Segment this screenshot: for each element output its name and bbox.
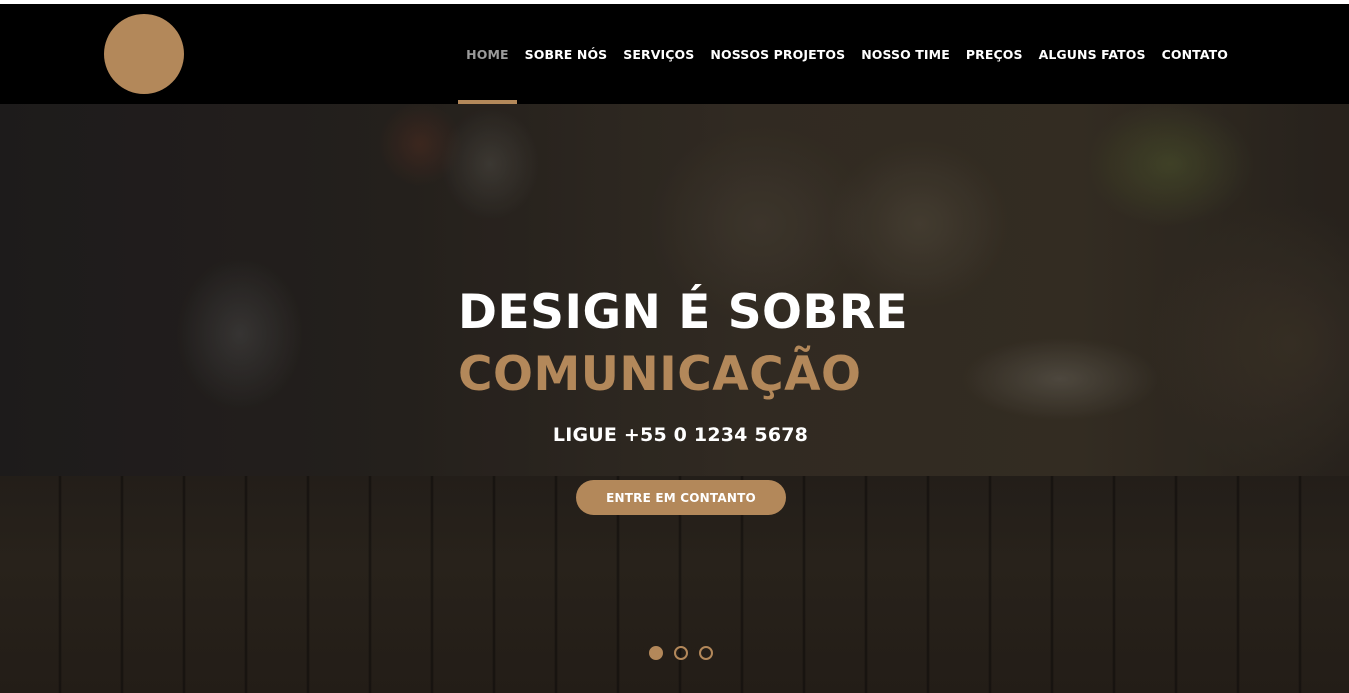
slider-dot[interactable] <box>699 646 713 660</box>
contact-button[interactable]: ENTRE EM CONTANTO <box>576 480 786 515</box>
slider-dot[interactable] <box>674 646 688 660</box>
logo-icon[interactable] <box>104 14 184 94</box>
slider-dot[interactable] <box>649 646 663 660</box>
hero-headline-line2: COMUNICAÇÃO <box>458 347 862 402</box>
nav-item-home[interactable]: HOME <box>458 4 518 104</box>
nav-item-precos[interactable]: PREÇOS <box>958 4 1031 104</box>
hero-headline-line1: DESIGN É SOBRE <box>458 285 909 340</box>
hero-banner: DESIGN É SOBRE COMUNICAÇÃO LIGUE +55 0 1… <box>0 104 1349 693</box>
slider-dots <box>649 646 713 660</box>
hero-phone: LIGUE +55 0 1234 5678 <box>552 424 809 446</box>
main-nav: HOME SOBRE NÓS SERVIÇOS NOSSOS PROJETOS … <box>458 4 1236 104</box>
page: HOME SOBRE NÓS SERVIÇOS NOSSOS PROJETOS … <box>0 0 1349 693</box>
nav-item-contato[interactable]: CONTATO <box>1154 4 1236 104</box>
nav-item-nosso-time[interactable]: NOSSO TIME <box>853 4 958 104</box>
navbar: HOME SOBRE NÓS SERVIÇOS NOSSOS PROJETOS … <box>0 4 1349 104</box>
nav-item-servicos[interactable]: SERVIÇOS <box>615 4 702 104</box>
nav-item-sobre-nos[interactable]: SOBRE NÓS <box>517 4 616 104</box>
hero-headline: DESIGN É SOBRE COMUNICAÇÃO <box>458 282 918 406</box>
nav-item-alguns-fatos[interactable]: ALGUNS FATOS <box>1031 4 1154 104</box>
nav-item-nossos-projetos[interactable]: NOSSOS PROJETOS <box>702 4 853 104</box>
